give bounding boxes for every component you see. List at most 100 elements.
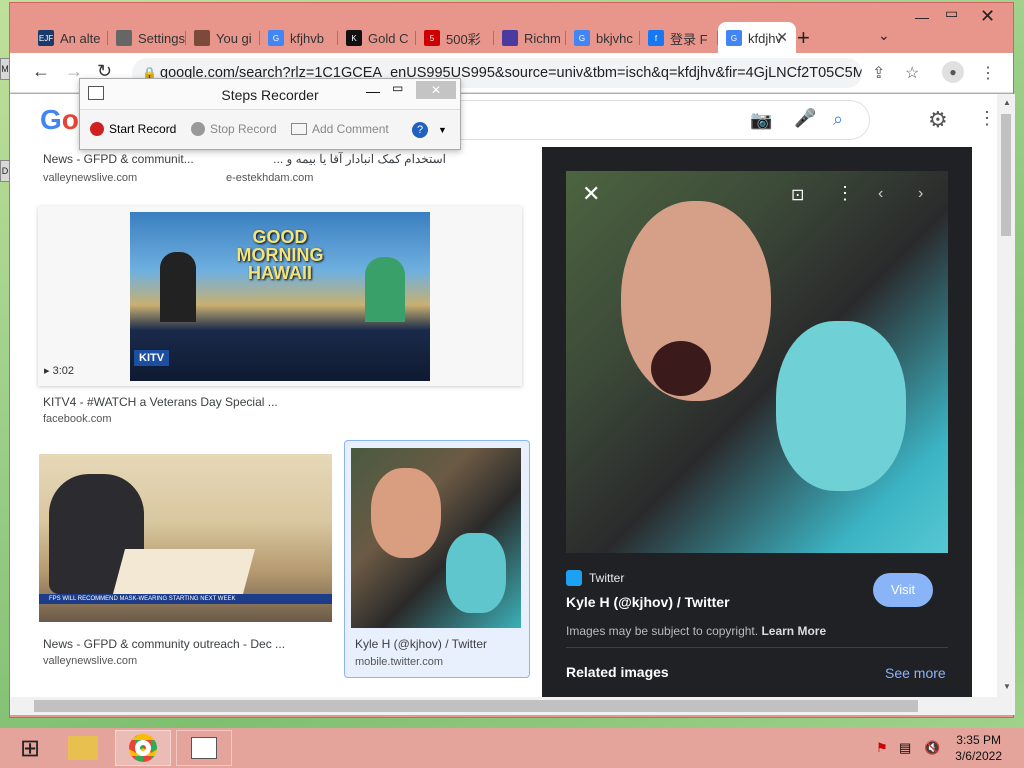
tab-search-chevron-icon[interactable]: ⌄ — [878, 27, 890, 44]
action-center-flag-icon[interactable]: ⚑ — [876, 740, 888, 756]
tab-label: bkjvhc — [596, 30, 633, 46]
scroll-thumb[interactable] — [1001, 114, 1011, 236]
start-button[interactable]: ⊞ — [2, 730, 58, 766]
prev-image-icon[interactable]: ‹ — [878, 185, 883, 203]
close-window-button[interactable]: ✕ — [980, 6, 995, 27]
preview-image[interactable]: ✕ ⊡ ⋮ ‹ › — [566, 171, 948, 553]
volume-muted-icon[interactable]: 🔇 — [924, 740, 940, 756]
tab-label: Settings — [138, 30, 185, 46]
tab-label: kfjhvb — [290, 30, 324, 46]
baby-figure — [776, 321, 906, 491]
system-clock[interactable]: 3:35 PM 3/6/2022 — [955, 732, 1002, 764]
close-tab-icon[interactable]: ✕ — [776, 29, 788, 46]
result-title[interactable]: استخدام کمک انبادار آقا یا بیمه و ... — [226, 152, 446, 166]
search-icon[interactable]: ⌕ — [833, 109, 843, 130]
next-image-icon[interactable]: › — [918, 185, 923, 203]
open-mouth — [651, 341, 711, 396]
visit-button[interactable]: Visit — [873, 573, 933, 607]
baby-figure — [446, 533, 506, 613]
clock-time: 3:35 PM — [956, 733, 1001, 747]
tab-9[interactable]: f 登录 F — [640, 22, 718, 54]
horizontal-scrollbar[interactable] — [10, 697, 1015, 715]
steps-recorder-taskbar[interactable] — [176, 730, 232, 766]
camera-icon[interactable]: 📷 — [750, 110, 772, 131]
tab-6[interactable]: 5 500彩 — [416, 22, 494, 54]
lens-icon[interactable]: ⊡ — [791, 185, 804, 205]
classroom-thumbnail[interactable]: FPS WILL RECOMMEND MASK-WEARING STARTING… — [39, 454, 332, 622]
google-logo[interactable]: Go — [40, 104, 79, 136]
tab-8[interactable]: Gbkjvhc — [566, 22, 640, 54]
new-tab-button[interactable]: + — [797, 25, 810, 51]
tab-favicon-icon: G — [268, 30, 284, 46]
preview-title[interactable]: Kyle H (@kjhov) / Twitter — [566, 594, 730, 610]
microphone-icon[interactable]: 🎤 — [794, 108, 816, 129]
help-icon: ? — [412, 122, 428, 138]
scroll-up-arrow[interactable]: ▲ — [1003, 98, 1011, 107]
tab-7[interactable]: Richm — [494, 22, 566, 54]
tab-favicon-icon — [116, 30, 132, 46]
recorder-maximize-button[interactable]: ▭ — [392, 81, 403, 95]
station-logo: KITV — [134, 350, 170, 366]
start-record-button[interactable]: Start Record — [90, 122, 176, 136]
source-name: Twitter — [589, 571, 625, 585]
dropdown-arrow-icon[interactable]: ▼ — [438, 125, 447, 135]
video-duration: ▸ 3:02 — [44, 365, 74, 377]
settings-gear-icon[interactable]: ⚙ — [928, 107, 948, 133]
windows-logo-icon: ⊞ — [19, 734, 41, 762]
chrome-menu-icon[interactable]: ⋮ — [980, 63, 996, 83]
add-comment-button[interactable]: Add Comment — [291, 122, 389, 136]
see-more-link[interactable]: See more — [885, 665, 946, 681]
bookmark-star-icon[interactable]: ☆ — [905, 63, 919, 83]
help-button[interactable]: ? ▼ — [412, 122, 447, 138]
more-options-icon[interactable]: ⋮ — [836, 183, 854, 204]
result-title[interactable]: News - GFPD & communit... — [43, 152, 194, 166]
stop-record-button[interactable]: Stop Record — [191, 122, 277, 136]
result-title[interactable]: Kyle H (@kjhov) / Twitter — [355, 637, 487, 651]
maximize-button[interactable]: ▭ — [945, 5, 958, 22]
recorder-close-button[interactable]: ✕ — [416, 81, 456, 99]
back-arrow-icon[interactable]: ← — [32, 61, 50, 82]
folder-icon — [68, 736, 98, 760]
profile-avatar-icon[interactable]: ● — [942, 61, 964, 83]
scroll-down-arrow[interactable]: ▼ — [1003, 682, 1011, 691]
comment-icon — [291, 123, 307, 135]
network-icon[interactable]: ▤ — [899, 740, 911, 756]
clock-date: 3/6/2022 — [955, 749, 1002, 763]
share-icon[interactable]: ⇪ — [872, 63, 885, 83]
file-explorer-taskbar[interactable] — [55, 730, 111, 766]
tab-10[interactable]: Gkfdjhv ✕ — [718, 22, 796, 54]
start-record-label: Start Record — [109, 122, 177, 136]
kyle-thumbnail[interactable] — [351, 448, 521, 628]
selected-result-card[interactable]: Kyle H (@kjhov) / Twitter mobile.twitter… — [344, 440, 530, 678]
steps-recorder-window: Steps Recorder — ▭ ✕ Start Record Stop R… — [79, 78, 461, 150]
chrome-taskbar[interactable] — [115, 730, 171, 766]
result-title[interactable]: KITV4 - #WATCH a Veterans Day Special ..… — [43, 395, 278, 409]
video-result-card[interactable]: GOOD MORNING HAWAII KITV ▸ 3:02 — [38, 206, 522, 386]
result-source: valleynewslive.com — [43, 172, 138, 184]
tab-label: kfdjhv — [748, 30, 782, 46]
tab-favicon-icon — [502, 30, 518, 46]
video-thumbnail[interactable]: GOOD MORNING HAWAII KITV — [130, 212, 430, 381]
tab-5[interactable]: K Gold C — [338, 22, 416, 54]
recorder-minimize-button[interactable]: — — [366, 83, 380, 99]
tab-3[interactable]: You gi — [186, 22, 260, 54]
steps-recorder-titlebar[interactable]: Steps Recorder — ▭ ✕ — [80, 79, 460, 109]
related-images-heading: Related images — [566, 664, 669, 680]
tab-favicon-icon: EJF — [38, 30, 54, 46]
stop-icon — [191, 122, 205, 136]
anchor-female-figure — [365, 257, 405, 322]
learn-more-link[interactable]: Learn More — [761, 624, 826, 638]
tab-4[interactable]: Gkfjhvb — [260, 22, 338, 54]
result-title[interactable]: News - GFPD & community outreach - Dec .… — [43, 637, 285, 651]
tab-1[interactable]: EJF An alte — [30, 22, 108, 54]
twitter-icon — [566, 570, 582, 586]
hscroll-thumb[interactable] — [34, 700, 918, 712]
vertical-scrollbar[interactable]: ▲ ▼ — [997, 94, 1015, 698]
close-preview-icon[interactable]: ✕ — [582, 181, 600, 207]
face-figure — [371, 468, 441, 558]
tab-favicon-icon: G — [574, 30, 590, 46]
minimize-button[interactable]: — — [915, 9, 929, 25]
copyright-notice: Images may be subject to copyright. Lear… — [566, 624, 826, 638]
tab-2[interactable]: Settings — [108, 22, 186, 54]
tab-label: Gold C — [368, 30, 409, 46]
